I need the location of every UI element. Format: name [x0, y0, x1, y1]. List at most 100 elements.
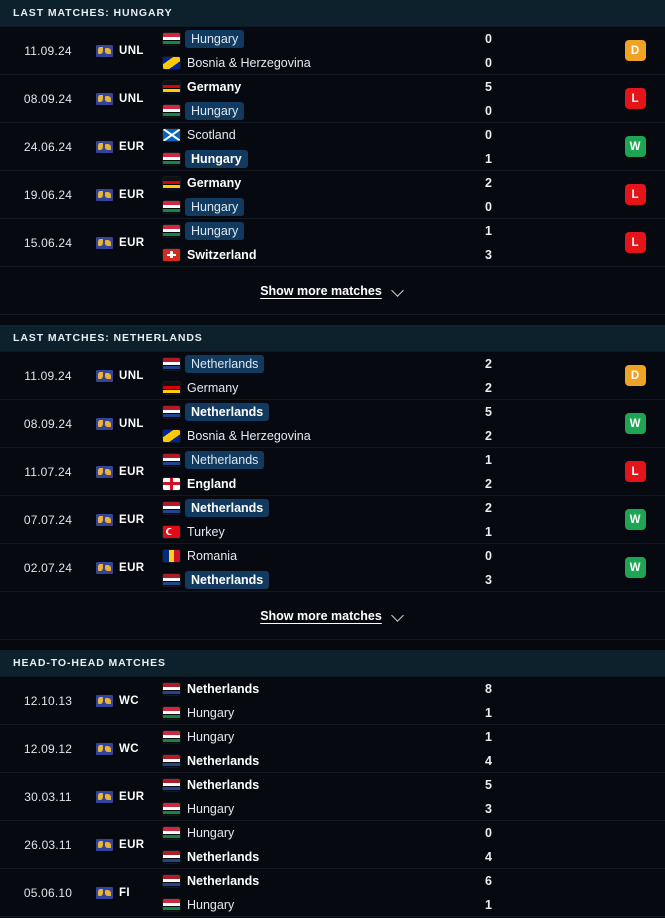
table-row[interactable]: 11.09.24 UNL Hungary Bosnia & Herzegovina 0 0…: [0, 27, 665, 75]
competition[interactable]: EUR: [96, 773, 158, 820]
team-name[interactable]: Netherlands: [185, 498, 270, 517]
table-row[interactable]: 19.06.24 EUR Germany Hungary 2 0 L: [0, 171, 665, 219]
team-name[interactable]: Turkey: [187, 524, 225, 540]
table-row[interactable]: 15.06.24 EUR Hungary Switzerland 1 3 L: [0, 219, 665, 267]
competition-label: WC: [119, 742, 139, 755]
team-line-away: Netherlands: [163, 849, 485, 865]
competition-label: EUR: [119, 188, 145, 201]
team-name[interactable]: Netherlands: [187, 681, 259, 697]
team-name[interactable]: Netherlands: [185, 450, 265, 469]
table-row[interactable]: 12.10.13 WC Netherlands Hungary 8 1: [0, 677, 665, 725]
team-name[interactable]: Switzerland: [187, 247, 256, 263]
competition[interactable]: UNL: [96, 400, 158, 447]
competition[interactable]: FI: [96, 869, 158, 916]
team-name[interactable]: Germany: [187, 79, 241, 95]
table-row[interactable]: 05.06.10 FI Netherlands Hungary 6 1: [0, 869, 665, 917]
flag-netherlands-icon: [163, 573, 180, 586]
team-name[interactable]: Netherlands: [187, 753, 259, 769]
flag-england-icon: [163, 477, 180, 490]
competition[interactable]: UNL: [96, 75, 158, 122]
team-name[interactable]: Hungary: [185, 149, 248, 168]
table-row[interactable]: 02.07.24 EUR Romania Netherlands 0 3 W: [0, 544, 665, 592]
chevron-down-icon: [392, 609, 405, 622]
team-name[interactable]: Bosnia & Herzegovina: [187, 55, 311, 71]
team-name[interactable]: Bosnia & Herzegovina: [187, 428, 311, 444]
team-name[interactable]: Hungary: [187, 729, 234, 745]
competition[interactable]: EUR: [96, 219, 158, 266]
team-name[interactable]: Hungary: [187, 825, 234, 841]
show-more-matches-button[interactable]: Show more matches: [0, 267, 665, 315]
scores: 14: [485, 725, 605, 772]
team-name[interactable]: Netherlands: [185, 402, 270, 421]
flag-netherlands-icon: [163, 453, 180, 466]
competition[interactable]: EUR: [96, 448, 158, 495]
team-name[interactable]: Romania: [187, 548, 237, 564]
flag-germany-icon: [163, 381, 180, 394]
competition[interactable]: WC: [96, 725, 158, 772]
competition[interactable]: EUR: [96, 496, 158, 543]
competition[interactable]: WC: [96, 677, 158, 724]
flag-switzerland-icon: [163, 248, 180, 261]
team-name[interactable]: Germany: [187, 175, 241, 191]
table-row[interactable]: 12.09.12 WC Hungary Netherlands 1 4: [0, 725, 665, 773]
table-row[interactable]: 30.03.11 EUR Netherlands Hungary 5 3: [0, 773, 665, 821]
team-name[interactable]: Scotland: [187, 127, 236, 143]
table-row[interactable]: 26.03.11 EUR Hungary Netherlands 0 4: [0, 821, 665, 869]
result-cell: L: [605, 448, 665, 495]
team-line-home: Hungary: [163, 221, 485, 240]
team-line-away: Switzerland: [163, 247, 485, 263]
result-cell: W: [605, 123, 665, 170]
match-date: 12.10.13: [23, 693, 73, 708]
team-name[interactable]: Hungary: [187, 705, 234, 721]
team-line-home: Netherlands: [163, 498, 485, 517]
flag-germany-icon: [163, 176, 180, 189]
team-name[interactable]: Netherlands: [185, 570, 270, 589]
team-line-home: Netherlands: [163, 354, 485, 373]
match-date: 26.03.11: [24, 837, 72, 852]
competition[interactable]: EUR: [96, 171, 158, 218]
team-line-home: Hungary: [163, 29, 485, 48]
team-name[interactable]: Netherlands: [187, 849, 259, 865]
scores: 13: [485, 219, 605, 266]
scores: 01: [485, 123, 605, 170]
team-name[interactable]: Hungary: [185, 197, 245, 216]
team-line-home: Hungary: [163, 729, 485, 745]
flag-hungary-icon: [163, 826, 180, 839]
score-home: 2: [485, 175, 492, 190]
section-header-last-matches-netherlands: LAST MATCHES: NETHERLANDS: [0, 325, 665, 352]
team-name[interactable]: Hungary: [187, 801, 234, 817]
flag-netherlands-icon: [163, 501, 180, 514]
flag-netherlands-icon: [163, 874, 180, 887]
table-row[interactable]: 08.09.24 UNL Germany Hungary 5 0 L: [0, 75, 665, 123]
team-name[interactable]: Hungary: [185, 101, 245, 120]
competition[interactable]: EUR: [96, 821, 158, 868]
team-name[interactable]: Hungary: [187, 897, 234, 913]
status-badge: D: [624, 365, 646, 386]
table-row[interactable]: 11.09.24 UNL Netherlands Germany 2 2 D: [0, 352, 665, 400]
competition[interactable]: UNL: [96, 352, 158, 399]
team-name[interactable]: Hungary: [185, 29, 245, 48]
table-row[interactable]: 24.06.24 EUR Scotland Hungary 0 1 W: [0, 123, 665, 171]
team-name[interactable]: England: [187, 476, 236, 492]
team-name[interactable]: Germany: [187, 380, 238, 396]
team-name[interactable]: Netherlands: [187, 777, 259, 793]
show-more-matches-button[interactable]: Show more matches: [0, 592, 665, 640]
competition[interactable]: UNL: [96, 27, 158, 74]
team-name[interactable]: Hungary: [185, 221, 245, 240]
result-cell: L: [605, 219, 665, 266]
score-away: 2: [485, 428, 492, 443]
table-row[interactable]: 11.07.24 EUR Netherlands England 1 2 L: [0, 448, 665, 496]
competition[interactable]: EUR: [96, 544, 158, 591]
team-name[interactable]: Netherlands: [185, 354, 265, 373]
status-badge: L: [624, 232, 646, 253]
teams: Netherlands Hungary: [158, 773, 485, 820]
status-badge: W: [624, 413, 646, 434]
teams: Netherlands Hungary: [158, 869, 485, 916]
competition-label: EUR: [119, 465, 145, 478]
table-row[interactable]: 07.07.24 EUR Netherlands Turkey 2 1 W: [0, 496, 665, 544]
team-name[interactable]: Netherlands: [187, 873, 259, 889]
flag-netherlands-icon: [163, 778, 180, 791]
table-row[interactable]: 08.09.24 UNL Netherlands Bosnia & Herzegovi…: [0, 400, 665, 448]
globe-icon: [96, 92, 113, 105]
competition[interactable]: EUR: [96, 123, 158, 170]
